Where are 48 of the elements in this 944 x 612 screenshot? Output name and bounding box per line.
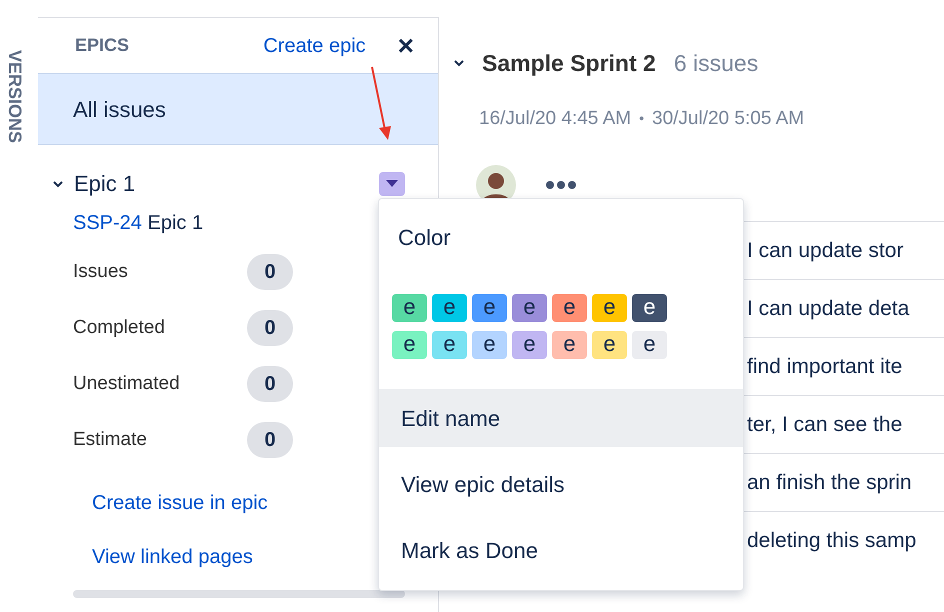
stat-label: Completed: [73, 316, 166, 340]
panel-title: EPICS: [75, 34, 130, 57]
stat-label: Estimate: [73, 428, 148, 452]
close-button[interactable]: ×: [398, 32, 414, 60]
count-badge: 0: [247, 366, 293, 402]
color-swatch[interactable]: e: [592, 294, 627, 322]
issue-key-link[interactable]: SSP-24: [73, 212, 142, 234]
color-swatch[interactable]: e: [392, 294, 427, 322]
color-swatch[interactable]: e: [552, 331, 587, 359]
all-issues-item[interactable]: All issues: [38, 73, 438, 145]
more-icon[interactable]: [546, 181, 576, 189]
sprint-name: Sample Sprint 2: [482, 49, 656, 78]
color-swatch[interactable]: e: [632, 294, 667, 322]
sprint-end-date: 30/Jul/20 5:05 AM: [652, 106, 804, 130]
color-swatch[interactable]: e: [472, 331, 507, 359]
color-swatch[interactable]: e: [432, 331, 467, 359]
scrollbar[interactable]: [73, 590, 405, 598]
color-swatch[interactable]: e: [392, 331, 427, 359]
issue-summary: an finish the sprin: [747, 470, 912, 496]
caret-icon: [386, 180, 398, 188]
separator-dot: •: [639, 109, 644, 128]
issue-summary: I can update deta: [747, 296, 910, 322]
color-swatch[interactable]: e: [632, 331, 667, 359]
count-badge: 0: [247, 422, 293, 458]
count-badge: 0: [247, 254, 293, 290]
color-swatch[interactable]: e: [592, 331, 627, 359]
stat-label: Unestimated: [73, 372, 181, 396]
color-swatch[interactable]: e: [432, 294, 467, 322]
issue-count: 6 issues: [674, 49, 758, 78]
color-swatch[interactable]: e: [552, 294, 587, 322]
sprint-start-date: 16/Jul/20 4:45 AM: [479, 106, 632, 130]
epic-dropdown-button[interactable]: [379, 172, 405, 196]
menu-item[interactable]: Edit name: [379, 389, 743, 447]
menu-item[interactable]: View epic details: [379, 455, 743, 513]
color-swatch[interactable]: e: [512, 294, 547, 322]
issue-summary: I can update stor: [747, 238, 904, 264]
issue-summary: find important ite: [747, 354, 902, 380]
color-swatch[interactable]: e: [512, 331, 547, 359]
issue-summary: deleting this samp: [747, 528, 916, 554]
menu-heading: Color: [398, 224, 452, 252]
color-swatch[interactable]: e: [472, 294, 507, 322]
epic-name[interactable]: Epic 1: [74, 167, 136, 200]
issue-summary: ter, I can see the: [747, 412, 902, 438]
create-epic-link[interactable]: Create epic: [263, 30, 366, 60]
stat-label: Issues: [73, 260, 129, 284]
count-badge: 0: [247, 310, 293, 346]
menu-item[interactable]: Mark as Done: [379, 521, 743, 579]
versions-tab[interactable]: VERSIONS: [10, 50, 28, 612]
